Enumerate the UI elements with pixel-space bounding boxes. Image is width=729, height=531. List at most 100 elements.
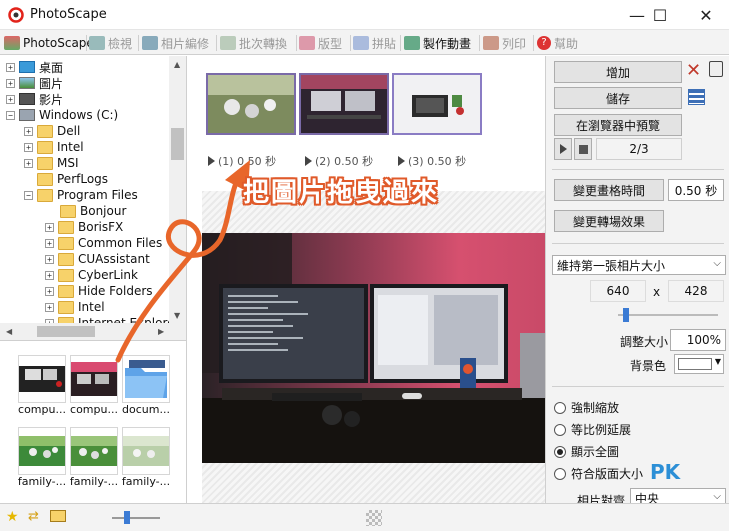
tree-item-folder[interactable]: + MSI xyxy=(24,155,79,171)
refresh-icon[interactable]: ⇄ xyxy=(28,509,39,524)
expand-icon[interactable]: + xyxy=(24,158,33,168)
tree-item-videos[interactable]: + 影片 xyxy=(6,91,63,107)
family-photo-icon xyxy=(123,436,169,466)
expand-icon[interactable]: + xyxy=(45,222,54,232)
preview-in-browser-button[interactable]: 在瀏覽器中預覽 xyxy=(554,114,682,136)
play-icon[interactable] xyxy=(398,156,405,166)
delete-icon[interactable]: ✕ xyxy=(686,60,701,81)
collapse-icon[interactable]: − xyxy=(6,110,15,120)
radio-force-scale[interactable]: 強制縮放 xyxy=(554,399,619,416)
tab-separator xyxy=(296,35,297,51)
frame-2-label[interactable]: (2) 0.50 秒 xyxy=(305,153,373,169)
tree-item-pictures[interactable]: + 圖片 xyxy=(6,75,63,91)
frame-duration: (3) 0.50 秒 xyxy=(408,155,467,168)
chevron-down-icon: ⌵ xyxy=(713,258,721,269)
thumbnail-item[interactable] xyxy=(18,355,66,403)
close-button[interactable]: ✕ xyxy=(683,0,729,30)
tree-item-folder[interactable]: + Intel xyxy=(45,299,105,315)
scroll-left-icon[interactable]: ◀ xyxy=(6,327,12,336)
tab-editor[interactable]: 相片編修 xyxy=(142,32,209,54)
list-icon[interactable] xyxy=(688,89,705,105)
tab-batch[interactable]: 批次轉換 xyxy=(220,32,287,54)
folder-icon xyxy=(60,204,76,218)
play-button[interactable] xyxy=(554,138,572,160)
play-icon[interactable] xyxy=(305,156,312,166)
frame-1[interactable] xyxy=(206,73,296,135)
frame-2-image xyxy=(301,75,387,133)
app-icon xyxy=(8,7,24,23)
frame-1-image xyxy=(208,75,294,133)
expand-icon[interactable]: + xyxy=(45,270,54,280)
add-button[interactable]: 增加 xyxy=(554,61,682,83)
expand-icon[interactable]: + xyxy=(45,286,54,296)
family-photo-icon xyxy=(19,436,65,466)
expand-icon[interactable]: + xyxy=(24,126,33,136)
thumbnail-size-slider-thumb[interactable] xyxy=(124,511,130,524)
star-icon[interactable]: ★ xyxy=(6,509,19,525)
expand-icon[interactable]: + xyxy=(24,142,33,152)
expand-icon[interactable]: + xyxy=(45,302,54,312)
tree-label: Intel xyxy=(57,140,84,154)
tree-horizontal-scroll-thumb[interactable] xyxy=(37,326,95,337)
tree-item-drive[interactable]: − Windows (C:) xyxy=(6,107,118,123)
tab-help[interactable]: ? 幫助 xyxy=(537,32,578,54)
scroll-up-icon[interactable]: ▲ xyxy=(174,60,180,69)
save-button[interactable]: 儲存 xyxy=(554,87,682,109)
preview-button-label: 在瀏覽器中預覽 xyxy=(575,118,660,133)
expand-icon[interactable]: + xyxy=(6,78,15,88)
frame-3-label[interactable]: (3) 0.50 秒 xyxy=(398,153,466,169)
size-mode-select[interactable]: 維持第一張相片大小 ⌵ xyxy=(552,255,726,275)
thumbnail-size-slider-track[interactable] xyxy=(112,517,160,519)
height-field[interactable]: 428 xyxy=(668,280,724,302)
tab-separator xyxy=(400,35,401,51)
add-button-label: 增加 xyxy=(605,65,630,80)
tree-item-desktop[interactable]: + 桌面 xyxy=(6,59,63,75)
tab-viewer[interactable]: 檢視 xyxy=(89,32,132,54)
trash-icon[interactable] xyxy=(709,61,723,77)
tab-combine[interactable]: 拼貼 xyxy=(353,32,396,54)
radio-show-full[interactable]: 顯示全圖 xyxy=(554,443,619,460)
radio-stretch-proportional[interactable]: 等比例延展 xyxy=(554,421,631,438)
tab-label: PhotoScape xyxy=(23,36,94,50)
folder-icon xyxy=(37,124,53,138)
collapse-icon[interactable]: − xyxy=(24,190,33,200)
frame-counter: 2/3 xyxy=(596,138,682,160)
expand-icon[interactable]: + xyxy=(6,94,15,104)
tab-label: 拼貼 xyxy=(372,36,397,51)
frame-2[interactable] xyxy=(299,73,389,135)
tab-separator xyxy=(350,35,351,51)
tree-item-folder[interactable]: + Intel xyxy=(24,139,84,155)
change-effect-label: 變更轉場效果 xyxy=(572,214,645,229)
thumbnail-item[interactable] xyxy=(70,427,118,475)
background-color-picker[interactable]: ▼ xyxy=(674,354,724,374)
tab-print[interactable]: 列印 xyxy=(483,32,526,54)
change-transition-button[interactable]: 變更轉場效果 xyxy=(554,210,664,232)
frame-time-field[interactable]: 0.50 秒 xyxy=(668,179,724,201)
tree-item-folder[interactable]: + Dell xyxy=(24,123,80,139)
resize-field[interactable]: 100% xyxy=(670,329,726,351)
dimension-separator: x xyxy=(653,285,661,299)
tree-item-folder[interactable]: PerfLogs xyxy=(37,171,108,187)
family-photo-icon xyxy=(71,436,117,466)
transparency-icon[interactable] xyxy=(366,510,382,526)
scale-slider-track[interactable] xyxy=(618,314,718,316)
maximize-button[interactable]: ☐ xyxy=(637,0,683,30)
width-field[interactable]: 640 xyxy=(590,280,646,302)
tab-animated-gif[interactable]: 製作動畫 xyxy=(404,32,471,54)
tree-label: MSI xyxy=(57,156,79,170)
frame-3[interactable] xyxy=(392,73,482,135)
expand-icon[interactable]: + xyxy=(45,254,54,264)
thumbnail-item[interactable] xyxy=(18,427,66,475)
scale-slider-thumb[interactable] xyxy=(623,308,629,322)
expand-icon[interactable]: + xyxy=(45,238,54,248)
tab-page[interactable]: 版型 xyxy=(299,32,342,54)
radio-fit-page[interactable]: 符合版面大小 xyxy=(554,465,643,482)
change-frame-time-button[interactable]: 變更畫格時間 xyxy=(554,179,664,201)
stop-button[interactable] xyxy=(574,138,592,160)
expand-icon[interactable]: + xyxy=(6,62,15,72)
thumbnail-item[interactable] xyxy=(122,427,170,475)
tab-photoscape[interactable]: PhotoScape xyxy=(4,32,94,54)
tab-separator xyxy=(533,35,534,51)
open-folder-icon[interactable] xyxy=(50,510,66,522)
videos-icon xyxy=(19,93,35,105)
